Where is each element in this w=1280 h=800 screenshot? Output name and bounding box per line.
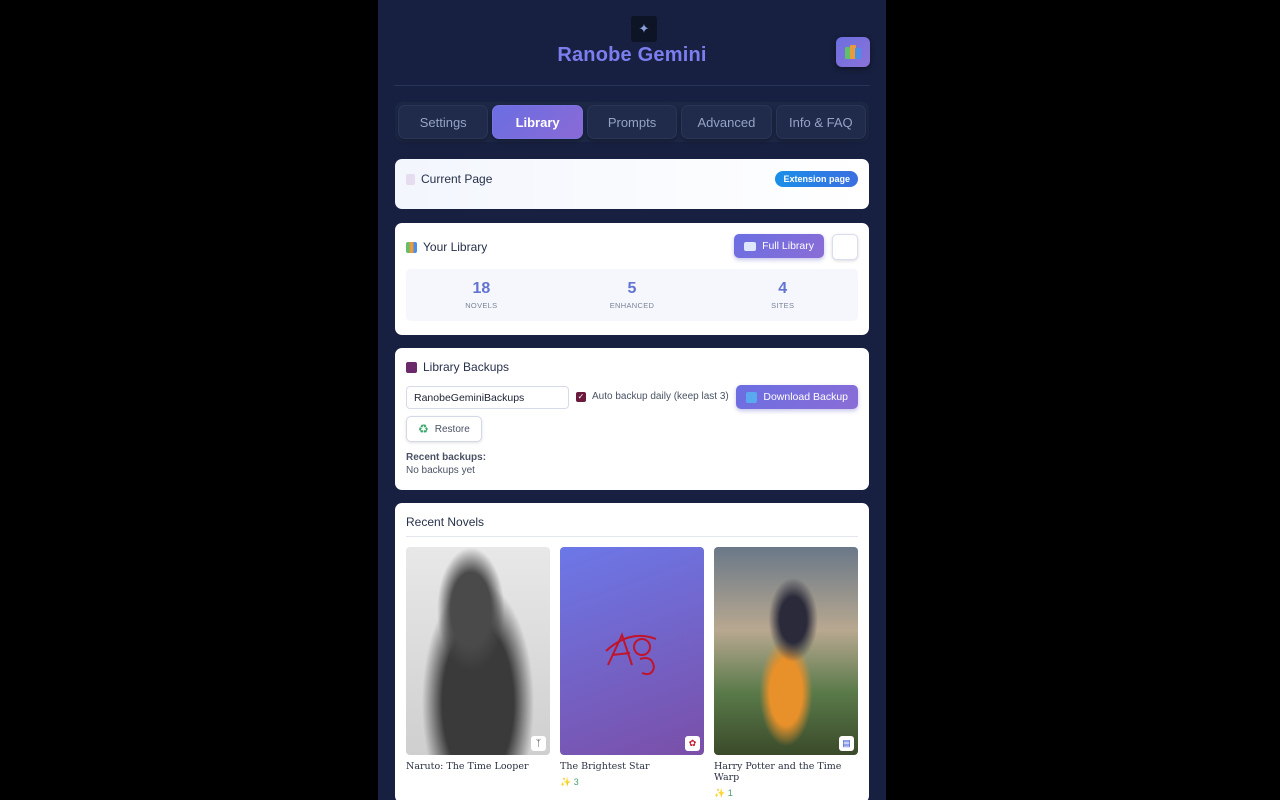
- auto-backup-label: Auto backup daily (keep last 3): [592, 391, 729, 402]
- novel-cover: ✿: [560, 547, 704, 755]
- recycle-icon: ♻: [418, 422, 429, 436]
- recent-backups-label: Recent backups:: [406, 452, 487, 463]
- page-icon: [406, 173, 415, 185]
- divider: [406, 536, 858, 537]
- sparkle-icon: ✨: [560, 777, 572, 787]
- novel-cover: ᛉ: [406, 547, 550, 755]
- library-card: Your Library Full Library 18 NOVELS 5 EN…: [395, 223, 869, 335]
- enhanced-count: ✨ 3: [560, 777, 579, 787]
- tab-prompts[interactable]: Prompts: [586, 105, 678, 139]
- novel-card[interactable]: ᛉ Naruto: The Time Looper: [406, 547, 550, 772]
- app-title: Ranobe Gemini: [557, 44, 707, 66]
- backups-card: Library Backups ✓ Auto backup daily (kee…: [395, 348, 869, 490]
- library-shortcut-button[interactable]: [836, 37, 870, 67]
- document-icon: ▤: [839, 736, 854, 751]
- fanfiction-icon: ᛉ: [531, 736, 546, 751]
- novel-card[interactable]: ✿ The Brightest Star ✨ 3: [560, 547, 704, 788]
- library-options-button[interactable]: [832, 234, 858, 260]
- stat-enhanced: 5 ENHANCED: [609, 280, 655, 310]
- extension-popup: ✦ Ranobe Gemini Settings Library Prompts…: [378, 0, 886, 800]
- restore-button[interactable]: ♻ Restore: [406, 416, 482, 442]
- header: ✦ Ranobe Gemini: [394, 0, 870, 86]
- novel-title: The Brightest Star: [560, 761, 650, 772]
- download-icon: [746, 391, 758, 403]
- recent-backups-value: No backups yet: [406, 465, 475, 476]
- full-library-button[interactable]: Full Library: [734, 234, 824, 258]
- page-status-badge: Extension page: [775, 171, 858, 187]
- tab-library[interactable]: Library: [492, 105, 583, 139]
- auto-backup-checkbox[interactable]: ✓: [576, 391, 586, 402]
- gemini-extension-icon: ✦: [631, 16, 657, 42]
- library-title: Your Library: [423, 240, 488, 254]
- backup-folder-input[interactable]: [406, 386, 569, 409]
- ao3-icon: ✿: [685, 736, 700, 751]
- enhanced-count: ✨ 1: [714, 788, 733, 798]
- floppy-disk-icon: [406, 361, 417, 373]
- backups-title: Library Backups: [423, 360, 510, 374]
- download-backup-button[interactable]: Download Backup: [736, 385, 858, 409]
- novel-card[interactable]: ▤ Harry Potter and the Time Warp ✨ 1: [714, 547, 858, 799]
- book-open-icon: [744, 241, 757, 251]
- novel-title: Naruto: The Time Looper: [406, 761, 529, 772]
- tab-info-faq[interactable]: Info & FAQ: [775, 105, 867, 139]
- current-page-title: Current Page: [421, 172, 493, 186]
- books-icon: [845, 45, 861, 59]
- novel-title: Harry Potter and the Time Warp: [714, 761, 842, 783]
- library-stats: 18 NOVELS 5 ENHANCED 4 SITES: [406, 269, 858, 321]
- tab-settings[interactable]: Settings: [398, 105, 489, 139]
- tab-advanced[interactable]: Advanced: [681, 105, 772, 139]
- ao3-logo: [605, 632, 657, 676]
- current-page-card: Current Page Extension page: [395, 159, 869, 209]
- tab-bar: Settings Library Prompts Advanced Info &…: [395, 102, 869, 142]
- stat-sites: 4 SITES: [771, 280, 795, 310]
- recent-novels-card: Recent Novels ᛉ Naruto: The Time Looper …: [395, 503, 869, 800]
- recent-novels-title: Recent Novels: [406, 515, 485, 529]
- stat-novels: 18 NOVELS: [465, 280, 498, 310]
- sparkle-icon: ✨: [714, 788, 726, 798]
- novel-cover: ▤: [714, 547, 858, 755]
- books-icon: [406, 241, 417, 253]
